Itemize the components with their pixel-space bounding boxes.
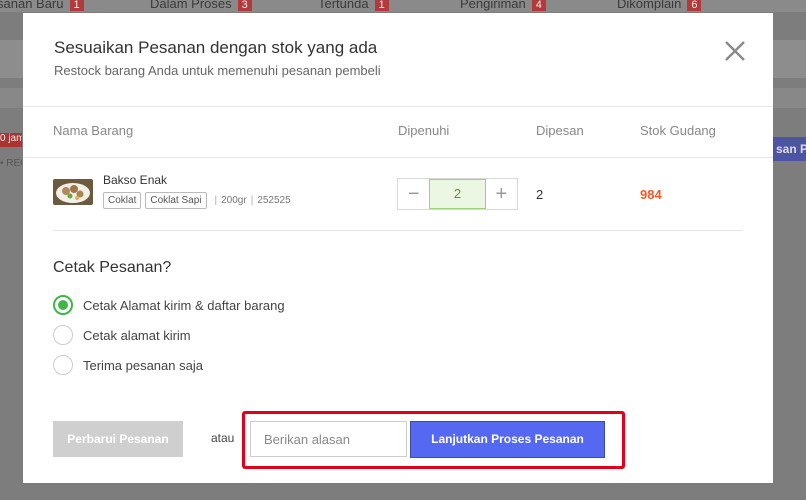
radio-checked-icon (53, 295, 73, 315)
column-header-fulfilled: Dipenuhi (398, 123, 450, 138)
quantity-stepper: − 2 + (397, 178, 518, 210)
tab-label: Dikomplain (617, 0, 682, 11)
column-header-ordered: Dipesan (536, 123, 584, 138)
tab-label: Tertunda (318, 0, 369, 11)
radio-accept-only[interactable]: Terima pesanan saja (53, 355, 203, 375)
tab-count-badge: 3 (237, 0, 252, 11)
variant-tag: Coklat Sapi (145, 192, 207, 209)
tab-label: sanan Baru (0, 0, 64, 11)
product-weight: 200gr (221, 195, 247, 206)
tab-label: Pengiriman (460, 0, 526, 11)
warehouse-stock: 984 (640, 187, 662, 202)
tab-pesanan-baru[interactable]: sanan Baru 1 (0, 0, 84, 11)
product-thumbnail (53, 179, 93, 205)
tab-count-badge: 1 (374, 0, 389, 11)
radio-print-address-and-items[interactable]: Cetak Alamat kirim & daftar barang (53, 295, 285, 315)
decrement-button[interactable]: − (398, 179, 429, 209)
close-icon (725, 41, 745, 61)
tab-dikomplain[interactable]: Dikomplain 6 (617, 0, 702, 11)
tab-pengiriman[interactable]: Pengiriman 4 (460, 0, 546, 11)
or-label: atau (211, 431, 235, 445)
column-header-name: Nama Barang (53, 123, 134, 138)
print-section-title: Cetak Pesanan? (53, 259, 172, 276)
radio-unchecked-icon (53, 325, 73, 345)
product-variants: Coklat Coklat Sapi | 200gr | 252525 (103, 192, 291, 209)
separator: | (250, 195, 254, 206)
radio-label: Terima pesanan saja (83, 357, 203, 373)
divider (23, 157, 773, 158)
tab-count-badge: 6 (687, 0, 702, 11)
modal-subtitle: Restock barang Anda untuk memenuhi pesan… (54, 63, 381, 78)
divider (53, 230, 743, 231)
ordered-quantity: 2 (536, 187, 544, 202)
quantity-input[interactable]: 2 (429, 179, 486, 209)
radio-label: Cetak alamat kirim (83, 327, 191, 343)
tab-count-badge: 4 (531, 0, 546, 11)
variant-tag: Coklat (103, 192, 142, 209)
modal-header: Sesuaikan Pesanan dengan stok yang ada R… (23, 13, 773, 107)
tab-dalam-proses[interactable]: Dalam Proses 3 (150, 0, 252, 11)
tab-tertunda[interactable]: Tertunda 1 (318, 0, 389, 11)
column-header-stock: Stok Gudang (640, 123, 716, 138)
radio-print-address[interactable]: Cetak alamat kirim (53, 325, 191, 345)
increment-button[interactable]: + (486, 179, 517, 209)
background-tab-bar: sanan Baru 1 Dalam Proses 3 Tertunda 1 Peng… (0, 0, 806, 12)
adjust-order-modal: Sesuaikan Pesanan dengan stok yang ada R… (23, 13, 773, 483)
background-deadline-badge: 0 jam (0, 133, 22, 147)
radio-label: Cetak Alamat kirim & daftar barang (83, 297, 285, 313)
product-sku: 252525 (257, 195, 291, 206)
modal-title: Sesuaikan Pesanan dengan stok yang ada (54, 38, 378, 57)
separator: | (214, 195, 218, 206)
tab-count-badge: 1 (69, 0, 84, 11)
continue-order-button[interactable]: Lanjutkan Proses Pesanan (410, 421, 605, 458)
background-action-button[interactable]: san Pes (772, 137, 806, 161)
close-button[interactable] (723, 39, 747, 63)
background-courier-text: • REG (0, 158, 22, 169)
reason-input[interactable] (250, 421, 407, 457)
radio-unchecked-icon (53, 355, 73, 375)
product-name: Bakso Enak (103, 173, 168, 187)
update-order-button[interactable]: Perbarui Pesanan (53, 421, 183, 457)
table-row: Bakso Enak Coklat Coklat Sapi | 200gr | … (23, 171, 773, 231)
tab-label: Dalam Proses (150, 0, 232, 11)
